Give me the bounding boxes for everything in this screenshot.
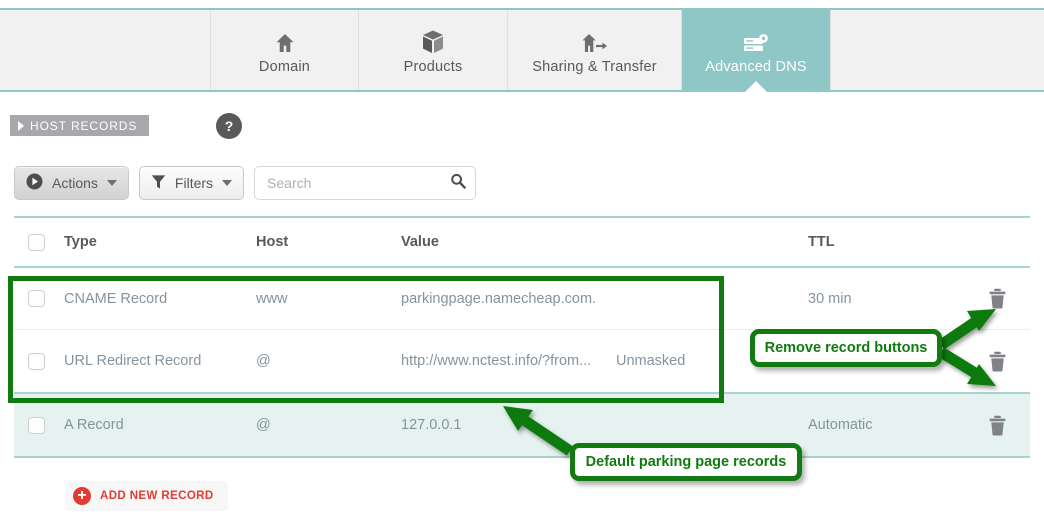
row-checkbox[interactable]	[28, 352, 45, 370]
tab-products[interactable]: Products	[359, 10, 508, 90]
select-all-cell	[14, 233, 50, 251]
tab-sharing-and-transfer-label: Sharing & Transfer	[532, 59, 657, 75]
row-select-cell	[14, 352, 50, 370]
column-header-ttl: TTL	[808, 234, 835, 250]
record-extra: Unmasked	[616, 353, 686, 369]
table-bottom-rule	[14, 456, 1030, 458]
records-toolbar: Actions Filters	[14, 166, 477, 200]
chevron-right-icon	[18, 120, 24, 131]
remove-record-button[interactable]	[988, 288, 1007, 309]
play-circle-icon	[26, 173, 43, 193]
row-select-cell	[14, 290, 50, 307]
record-host: @	[256, 353, 271, 369]
filters-button-label: Filters	[174, 175, 214, 191]
row-actions-cell	[958, 351, 1030, 372]
tab-bar-right-spacer	[830, 10, 1044, 90]
row-actions-cell	[958, 415, 1030, 436]
column-header-host: Host	[256, 234, 289, 250]
record-host: @	[256, 417, 271, 433]
tab-products-label: Products	[403, 59, 463, 75]
chevron-down-icon	[222, 180, 233, 186]
add-new-record-label: ADD NEW RECORD	[100, 490, 214, 502]
tab-sharing-and-transfer[interactable]: Sharing & Transfer	[508, 10, 682, 90]
select-all-checkbox[interactable]	[28, 233, 45, 251]
row-select-cell	[14, 416, 50, 434]
table-row[interactable]: CNAME Record www parkingpage.namecheap.c…	[14, 268, 1030, 330]
tab-domain-label: Domain	[258, 59, 311, 75]
table-row[interactable]: A Record @ 127.0.0.1 Automatic	[14, 394, 1030, 456]
actions-button-label: Actions	[52, 175, 98, 191]
host-records-table: Type Host Value TTL CNAME Record www par…	[14, 216, 1030, 458]
column-header-value: Value	[401, 234, 439, 250]
table-header-row: Type Host Value TTL	[14, 218, 1030, 266]
tab-domain[interactable]: Domain	[211, 10, 359, 90]
help-icon[interactable]: ?	[216, 113, 242, 139]
remove-record-button[interactable]	[988, 415, 1007, 436]
record-host: www	[256, 290, 288, 307]
primary-tab-bar: Domain Products Sharing & Transfer Advan…	[0, 8, 1044, 92]
record-ttl: 30 min	[808, 290, 852, 307]
host-records-ribbon: HOST RECORDS	[10, 115, 150, 136]
record-type: A Record	[64, 417, 124, 433]
record-type: CNAME Record	[64, 290, 168, 307]
tab-bar-left-spacer	[0, 10, 211, 90]
box-icon	[421, 25, 445, 55]
plus-circle-icon: +	[73, 487, 91, 505]
row-checkbox[interactable]	[28, 290, 45, 307]
record-value: http://www.nctest.info/?from...	[401, 353, 592, 369]
table-row[interactable]: URL Redirect Record @ http://www.nctest.…	[14, 330, 1030, 392]
tab-advanced-dns[interactable]: Advanced DNS	[682, 10, 830, 92]
add-new-record-button[interactable]: + ADD NEW RECORD	[65, 481, 228, 511]
search-box[interactable]	[254, 166, 477, 200]
actions-button[interactable]: Actions	[14, 166, 129, 200]
house-icon	[273, 25, 297, 55]
column-header-type: Type	[64, 234, 97, 250]
record-type: URL Redirect Record	[64, 353, 202, 369]
host-records-label: HOST RECORDS	[30, 118, 138, 133]
share-icon	[581, 25, 609, 55]
row-checkbox[interactable]	[28, 416, 45, 434]
record-value: 127.0.0.1	[401, 417, 462, 433]
filters-button[interactable]: Filters	[138, 166, 245, 200]
server-icon	[741, 25, 771, 55]
tab-advanced-dns-label: Advanced DNS	[705, 59, 807, 75]
search-input[interactable]	[265, 174, 451, 192]
remove-record-button[interactable]	[988, 351, 1007, 372]
record-value: parkingpage.namecheap.com.	[401, 290, 597, 307]
funnel-icon	[151, 174, 166, 193]
row-actions-cell	[958, 288, 1030, 309]
search-icon[interactable]	[450, 173, 466, 194]
chevron-down-icon	[106, 180, 117, 186]
active-tab-pointer	[745, 81, 767, 92]
record-ttl: Automatic	[808, 417, 873, 433]
